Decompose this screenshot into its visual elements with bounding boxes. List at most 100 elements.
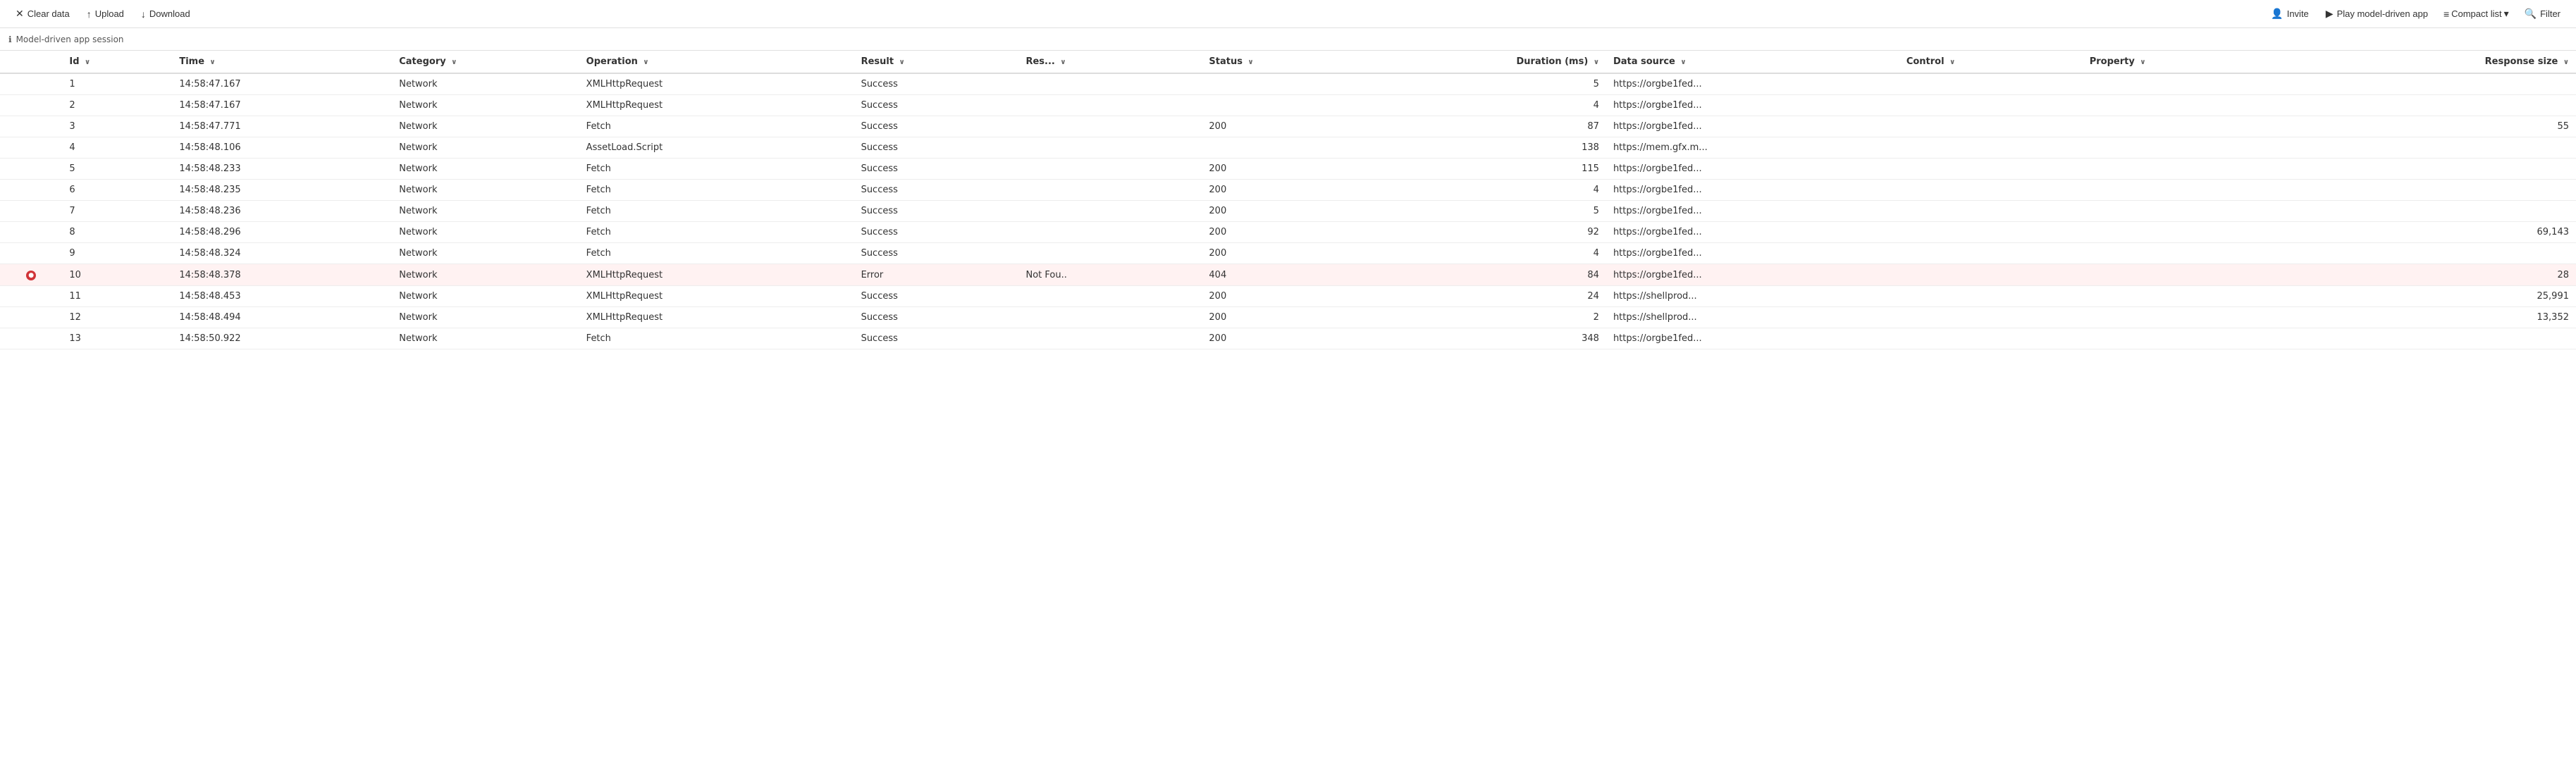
cell-respsize — [2321, 137, 2576, 159]
col-header-res[interactable]: Res... ∨ — [1018, 51, 1202, 73]
cell-property — [2083, 137, 2321, 159]
cell-id: 2 — [62, 95, 172, 116]
info-icon: ℹ — [8, 35, 12, 44]
table-row[interactable]: 614:58:48.235NetworkFetchSuccess2004http… — [0, 180, 2576, 201]
cell-category: Network — [392, 328, 579, 349]
cell-property — [2083, 73, 2321, 95]
cell-respsize: 69,143 — [2321, 222, 2576, 243]
cell-id: 12 — [62, 307, 172, 328]
play-button[interactable]: ▶ Play model-driven app — [2319, 5, 2435, 23]
col-header-property[interactable]: Property ∨ — [2083, 51, 2321, 73]
cell-status: 200 — [1202, 180, 1354, 201]
invite-button[interactable]: 👤 Invite — [2264, 5, 2316, 23]
cell-time: 14:58:48.378 — [172, 264, 392, 286]
cell-category: Network — [392, 180, 579, 201]
col-header-operation[interactable]: Operation ∨ — [579, 51, 854, 73]
cell-time: 14:58:47.167 — [172, 73, 392, 95]
col-header-category[interactable]: Category ∨ — [392, 51, 579, 73]
table-row[interactable]: 414:58:48.106NetworkAssetLoad.ScriptSucc… — [0, 137, 2576, 159]
col-header-respsize[interactable]: Response size ∨ — [2321, 51, 2576, 73]
col-header-time[interactable]: Time ∨ — [172, 51, 392, 73]
cell-status: 200 — [1202, 116, 1354, 137]
upload-button[interactable]: ↑ Upload — [80, 6, 131, 23]
cell-property — [2083, 243, 2321, 264]
compact-list-button[interactable]: ≡ Compact list ▾ — [2438, 5, 2515, 23]
col-header-datasource[interactable]: Data source ∨ — [1606, 51, 1899, 73]
cell-operation: Fetch — [579, 201, 854, 222]
table-row[interactable]: 914:58:48.324NetworkFetchSuccess2004http… — [0, 243, 2576, 264]
filter-icon: 🔍 — [2525, 8, 2537, 20]
table-row[interactable]: 1314:58:50.922NetworkFetchSuccess200348h… — [0, 328, 2576, 349]
cell-id: 11 — [62, 286, 172, 307]
cell-result: Error — [854, 264, 1019, 286]
table-row[interactable]: 114:58:47.167NetworkXMLHttpRequestSucces… — [0, 73, 2576, 95]
col-header-id[interactable]: Id ∨ — [62, 51, 172, 73]
filter-button[interactable]: 🔍 Filter — [2518, 5, 2568, 23]
table-header: Id ∨ Time ∨ Category ∨ Operation ∨ Resul… — [0, 51, 2576, 73]
clear-data-button[interactable]: ✕ Clear data — [8, 5, 77, 23]
cell-status: 404 — [1202, 264, 1354, 286]
cell-duration: 24 — [1355, 286, 1606, 307]
cell-duration: 138 — [1355, 137, 1606, 159]
table-row[interactable]: ●1014:58:48.378NetworkXMLHttpRequestErro… — [0, 264, 2576, 286]
cell-operation: Fetch — [579, 116, 854, 137]
cell-datasource: https://orgbe1fed... — [1606, 73, 1899, 95]
sub-header: ℹ Model-driven app session — [0, 28, 2576, 51]
cell-duration: 348 — [1355, 328, 1606, 349]
cell-datasource: https://orgbe1fed... — [1606, 180, 1899, 201]
sort-icon-id: ∨ — [85, 58, 90, 66]
cell-duration: 4 — [1355, 180, 1606, 201]
cell-result: Success — [854, 286, 1019, 307]
cell-operation: Fetch — [579, 159, 854, 180]
table-row[interactable]: 714:58:48.236NetworkFetchSuccess2005http… — [0, 201, 2576, 222]
cell-res — [1018, 201, 1202, 222]
cell-res — [1018, 116, 1202, 137]
table-row[interactable]: 1114:58:48.453NetworkXMLHttpRequestSucce… — [0, 286, 2576, 307]
cell-control — [1899, 201, 2083, 222]
cell-duration: 4 — [1355, 243, 1606, 264]
col-header-result[interactable]: Result ∨ — [854, 51, 1019, 73]
download-button[interactable]: ↓ Download — [134, 6, 197, 23]
table-row[interactable]: 1214:58:48.494NetworkXMLHttpRequestSucce… — [0, 307, 2576, 328]
cell-id: 10 — [62, 264, 172, 286]
row-error-indicator — [0, 286, 62, 307]
cell-control — [1899, 159, 2083, 180]
col-header-status[interactable]: Status ∨ — [1202, 51, 1354, 73]
upload-icon: ↑ — [87, 8, 92, 20]
row-error-indicator — [0, 159, 62, 180]
cell-duration: 5 — [1355, 73, 1606, 95]
row-error-indicator — [0, 243, 62, 264]
play-icon: ▶ — [2326, 8, 2334, 20]
cell-duration: 87 — [1355, 116, 1606, 137]
table-row[interactable]: 514:58:48.233NetworkFetchSuccess200115ht… — [0, 159, 2576, 180]
sort-icon-respsize: ∨ — [2563, 58, 2569, 66]
cell-datasource: https://orgbe1fed... — [1606, 159, 1899, 180]
col-header-control[interactable]: Control ∨ — [1899, 51, 2083, 73]
cell-status: 200 — [1202, 286, 1354, 307]
cell-result: Success — [854, 73, 1019, 95]
table-row[interactable]: 314:58:47.771NetworkFetchSuccess20087htt… — [0, 116, 2576, 137]
cell-result: Success — [854, 307, 1019, 328]
cell-time: 14:58:48.106 — [172, 137, 392, 159]
cell-duration: 115 — [1355, 159, 1606, 180]
cell-category: Network — [392, 264, 579, 286]
cell-property — [2083, 222, 2321, 243]
cell-duration: 92 — [1355, 222, 1606, 243]
table-row[interactable]: 214:58:47.167NetworkXMLHttpRequestSucces… — [0, 95, 2576, 116]
sort-icon-category: ∨ — [451, 58, 457, 66]
cell-operation: XMLHttpRequest — [579, 286, 854, 307]
cell-respsize — [2321, 328, 2576, 349]
cell-control — [1899, 286, 2083, 307]
cell-operation: XMLHttpRequest — [579, 264, 854, 286]
table-row[interactable]: 814:58:48.296NetworkFetchSuccess20092htt… — [0, 222, 2576, 243]
cell-duration: 2 — [1355, 307, 1606, 328]
cell-operation: XMLHttpRequest — [579, 307, 854, 328]
session-label: Model-driven app session — [16, 35, 124, 44]
cell-property — [2083, 307, 2321, 328]
cell-operation: AssetLoad.Script — [579, 137, 854, 159]
cell-res — [1018, 95, 1202, 116]
cell-status: 200 — [1202, 307, 1354, 328]
cell-category: Network — [392, 73, 579, 95]
cell-id: 7 — [62, 201, 172, 222]
col-header-duration[interactable]: Duration (ms) ∨ — [1355, 51, 1606, 73]
